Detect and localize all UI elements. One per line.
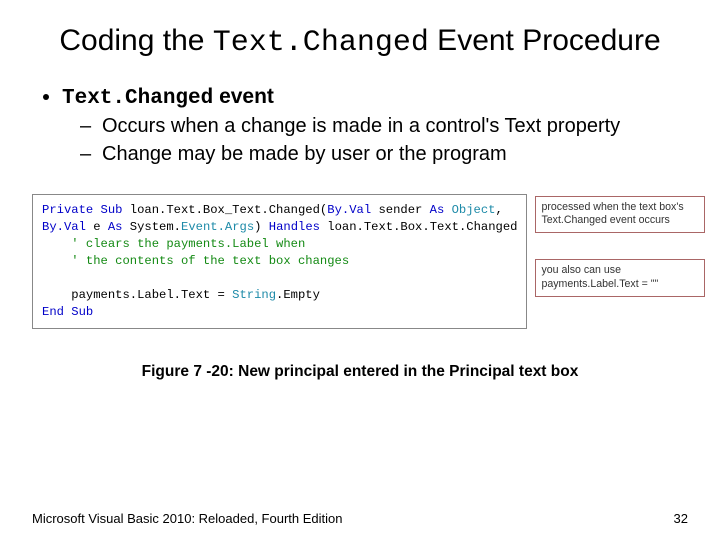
title-pre: Coding the [59, 24, 212, 57]
code-txt: payments.Label.Text = [42, 288, 232, 302]
code-txt: .Empty [276, 288, 320, 302]
code-kw: Handles [269, 220, 320, 234]
code-comment: ' the contents of the text box changes [42, 254, 349, 268]
code-txt: , [496, 203, 503, 217]
code-kw: By.Val [42, 220, 86, 234]
callout-column: processed when the text box's Text.Chang… [535, 196, 705, 297]
bullet-1-mono: Text.Changed [62, 87, 213, 110]
title-post: Event Procedure [429, 24, 661, 57]
code-txt: sender [371, 203, 430, 217]
code-txt: loan.Text.Box_Text.Changed( [122, 203, 327, 217]
code-type: String [232, 288, 276, 302]
slide-title: Coding the Text.Changed Event Procedure [32, 22, 688, 63]
bullet-1-bold: event [213, 85, 274, 108]
callout-1: processed when the text box's Text.Chang… [535, 196, 705, 234]
footer-source: Microsoft Visual Basic 2010: Reloaded, F… [32, 511, 342, 526]
code-txt: System. [122, 220, 181, 234]
code-figure: Private Sub loan.Text.Box_Text.Changed(B… [32, 194, 688, 330]
code-kw: By.Val [327, 203, 371, 217]
bullet-1-sub-2: Change may be made by user or the progra… [80, 142, 688, 168]
code-listing: Private Sub loan.Text.Box_Text.Changed(B… [32, 194, 527, 330]
code-kw: As [108, 220, 123, 234]
footer-page-number: 32 [674, 511, 688, 526]
bullet-1-sublist: Occurs when a change is made in a contro… [80, 114, 688, 168]
bullet-list: Text.Changed event Occurs when a change … [40, 85, 688, 168]
bullet-1: Text.Changed event Occurs when a change … [62, 85, 688, 168]
code-type: Event.Args [181, 220, 254, 234]
bullet-1-sub-1: Occurs when a change is made in a contro… [80, 114, 688, 140]
code-kw: As [430, 203, 452, 217]
code-kw: End Sub [42, 305, 93, 319]
code-txt: ) [254, 220, 269, 234]
callout-2: you also can use payments.Label.Text = "… [535, 259, 705, 297]
figure-caption: Figure 7 -20: New principal entered in t… [32, 363, 688, 381]
code-kw: Private Sub [42, 203, 122, 217]
code-type: Object [452, 203, 496, 217]
code-comment: ' clears the payments.Label when [42, 237, 305, 251]
title-mono: Text.Changed [213, 26, 429, 60]
code-txt: e [86, 220, 108, 234]
slide-footer: Microsoft Visual Basic 2010: Reloaded, F… [32, 511, 688, 526]
code-txt: loan.Text.Box.Text.Changed [320, 220, 517, 234]
